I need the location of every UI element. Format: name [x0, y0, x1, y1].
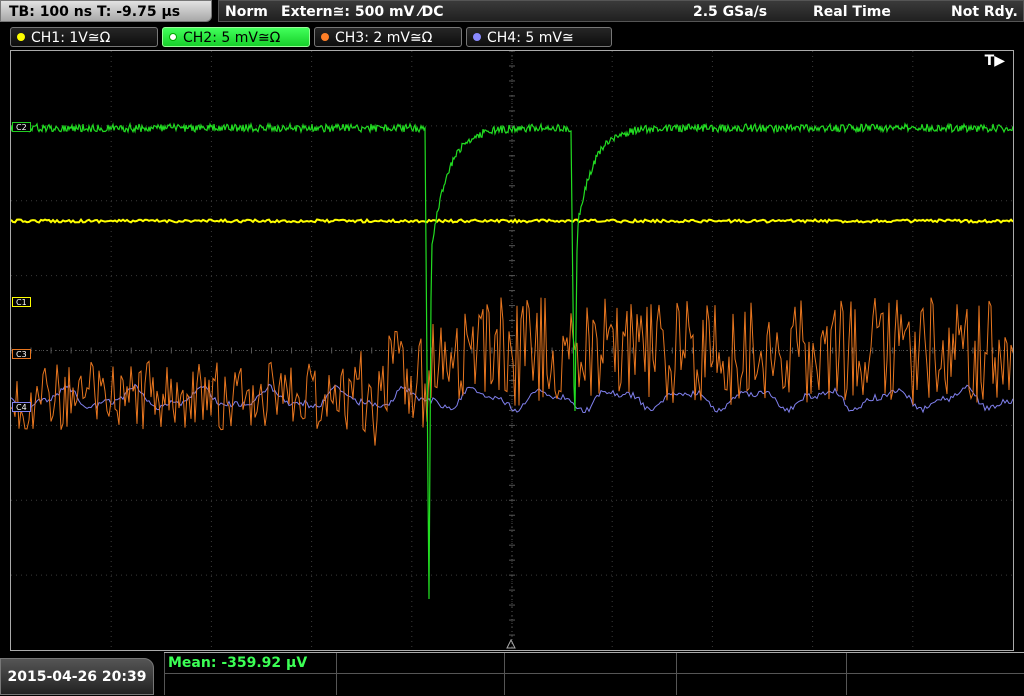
measurement-panel[interactable]: Mean: -359.92 µV: [164, 652, 1024, 695]
channel-1-color-dot: [17, 33, 25, 41]
measurement-cell-3[interactable]: [504, 653, 505, 695]
channel-3-label: CH3: 2 mV≅Ω: [335, 30, 433, 46]
channel-3-button[interactable]: CH3: 2 mV≅Ω: [314, 27, 462, 47]
waveform-display[interactable]: T▶ C2 C1 C3 C4: [10, 50, 1014, 651]
trigger-position-icon: [506, 638, 516, 649]
acquisition-status: Not Rdy.: [951, 4, 1018, 20]
waveform-plot: [11, 51, 1013, 650]
channel-4-ground-marker[interactable]: C4: [12, 402, 31, 412]
sample-rate: 2.5 GSa/s: [693, 4, 768, 20]
bottom-bar: 2015-04-26 20:39 Mean: -359.92 µV: [0, 652, 1024, 695]
channel-4-label: CH4: 5 mV≅: [487, 30, 574, 46]
channel-bar: CH1: 1V≅Ω CH2: 5 mV≅Ω CH3: 2 mV≅Ω CH4: 5…: [0, 26, 1024, 48]
measurement-cell-1[interactable]: [164, 653, 165, 695]
channel-2-button[interactable]: CH2: 5 mV≅Ω: [162, 27, 310, 47]
channel-2-label: CH2: 5 mV≅Ω: [183, 30, 281, 46]
channel-3-ground-marker[interactable]: C3: [12, 349, 31, 359]
trigger-mode[interactable]: Norm: [225, 1, 268, 23]
mean-measurement: Mean: -359.92 µV: [168, 655, 308, 671]
trigger-marker-icon: T▶: [984, 53, 1005, 69]
channel-1-ground-marker[interactable]: C1: [12, 297, 31, 307]
measurement-cell-2[interactable]: [336, 653, 337, 695]
timebase-display[interactable]: TB: 100 ns T: -9.75 µs: [0, 0, 212, 22]
channel-4-color-dot: [473, 33, 481, 41]
trigger-source[interactable]: Extern≅: 500 mV ⁄DC: [281, 1, 443, 23]
measurement-row-divider: [164, 673, 1024, 674]
date-time-display: 2015-04-26 20:39: [0, 658, 154, 695]
graticule: [11, 51, 1013, 650]
channel-1-button[interactable]: CH1: 1V≅Ω: [10, 27, 158, 47]
measurement-cell-5[interactable]: [846, 653, 847, 695]
measurement-cell-4[interactable]: [676, 653, 677, 695]
channel-2-color-dot: [169, 33, 177, 41]
channel-1-label: CH1: 1V≅Ω: [31, 30, 111, 46]
channel-3-color-dot: [321, 33, 329, 41]
trigger-status-bar[interactable]: Norm Extern≅: 500 mV ⁄DC 2.5 GSa/s Real …: [218, 0, 1024, 22]
acquisition-mode[interactable]: Real Time: [813, 1, 891, 23]
channel-2-ground-marker[interactable]: C2: [12, 122, 31, 132]
channel-4-button[interactable]: CH4: 5 mV≅: [466, 27, 612, 47]
top-status-bar: TB: 100 ns T: -9.75 µs Norm Extern≅: 500…: [0, 0, 1024, 24]
